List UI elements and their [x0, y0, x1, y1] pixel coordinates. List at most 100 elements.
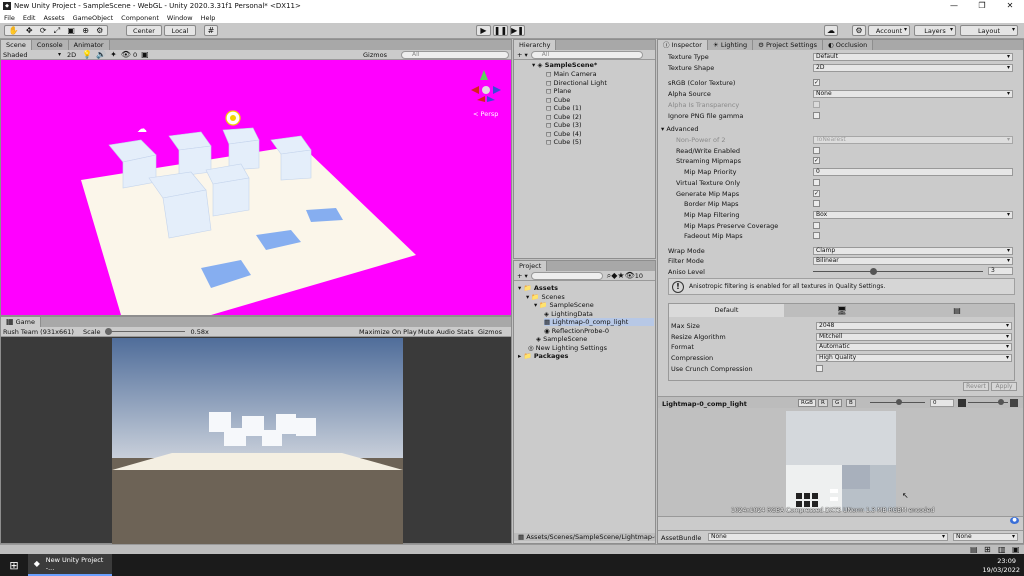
scale-tool-icon[interactable]: ⤢: [54, 26, 60, 35]
layers-dropdown[interactable]: Layers: [914, 25, 956, 36]
maximize-icon[interactable]: ❐: [968, 0, 996, 12]
compression-dropdown[interactable]: High Quality: [816, 354, 1012, 362]
shading-mode-dropdown[interactable]: Shaded: [1, 51, 63, 59]
grid-snap-button[interactable]: #: [204, 25, 218, 36]
move-tool-icon[interactable]: ✥: [26, 26, 33, 35]
menu-window[interactable]: Window: [163, 14, 197, 22]
layout-dropdown[interactable]: Layout: [960, 25, 1018, 36]
platform-tab-default[interactable]: Default: [669, 304, 784, 317]
texture-shape-dropdown[interactable]: 2D: [813, 64, 1013, 72]
hierarchy-item[interactable]: ◻ Cube (1): [546, 104, 582, 112]
cache-icon[interactable]: ▥: [998, 546, 1006, 554]
project-file[interactable]: ◎ New Lighting Settings: [528, 344, 607, 352]
directional-light-gizmo[interactable]: [225, 110, 241, 126]
scale-slider-thumb[interactable]: [104, 327, 112, 335]
mip-coverage-checkbox[interactable]: [813, 222, 820, 229]
menu-file[interactable]: File: [0, 14, 19, 22]
max-size-dropdown[interactable]: 2048: [816, 322, 1012, 330]
project-file-selected[interactable]: ▦ Lightmap-0_comp_light: [544, 318, 654, 326]
tab-project[interactable]: Project: [514, 261, 548, 271]
advanced-foldout[interactable]: ▾ Advanced: [661, 125, 698, 133]
channel-rgb-button[interactable]: RGB: [798, 399, 816, 407]
hierarchy-item[interactable]: ◻ Directional Light: [546, 79, 607, 87]
rect-tool-icon[interactable]: ▣: [67, 26, 75, 35]
assetbundle-dropdown[interactable]: None: [708, 533, 948, 541]
menu-help[interactable]: Help: [197, 14, 220, 22]
info-badge-icon[interactable]: ●: [1010, 517, 1019, 524]
progress-icon[interactable]: ▤: [970, 546, 978, 554]
tab-occlusion[interactable]: ◐ Occlusion: [822, 40, 874, 50]
menu-gameobject[interactable]: GameObject: [69, 14, 118, 22]
scene-root-item[interactable]: ▾ ◈ SampleScene*: [532, 61, 597, 69]
menu-assets[interactable]: Assets: [39, 14, 68, 22]
platform-tab-standalone[interactable]: 🖥: [784, 304, 900, 317]
2d-toggle[interactable]: 2D: [63, 51, 80, 59]
account-dropdown[interactable]: Account: [868, 25, 910, 36]
star-icon[interactable]: ★: [617, 271, 624, 280]
stats-toggle[interactable]: Stats: [457, 328, 474, 336]
alpha-toggle-icon[interactable]: [958, 399, 966, 407]
cube[interactable]: [280, 149, 312, 181]
gizmos-dropdown[interactable]: Gizmos: [478, 328, 502, 336]
tab-animator[interactable]: Animator: [68, 40, 110, 50]
gen-mip-checkbox[interactable]: ✓: [813, 190, 820, 197]
aniso-slider-thumb[interactable]: [869, 268, 877, 275]
mute-audio-toggle[interactable]: Mute Audio: [418, 328, 455, 336]
alpha-source-dropdown[interactable]: None: [813, 90, 1013, 98]
ignore-png-checkbox[interactable]: [813, 112, 820, 119]
assetbundle-variant-dropdown[interactable]: None: [953, 533, 1018, 541]
hierarchy-item[interactable]: ◻ Plane: [546, 87, 571, 95]
minimize-icon[interactable]: —: [940, 0, 968, 12]
apply-button[interactable]: Apply: [991, 382, 1017, 391]
tab-console[interactable]: Console: [31, 40, 69, 50]
pivot-local-toggle[interactable]: Local: [164, 25, 196, 36]
mip-priority-input[interactable]: 0: [813, 168, 1013, 176]
hierarchy-item[interactable]: ◻ Cube (3): [546, 121, 582, 129]
close-icon[interactable]: ✕: [996, 0, 1024, 12]
filter-mode-dropdown[interactable]: Bilinear: [813, 257, 1013, 265]
platform-tab-webgl[interactable]: ▤: [900, 304, 1014, 317]
camera-settings-icon[interactable]: ▣: [137, 50, 153, 59]
tab-lighting[interactable]: ☀ Lighting: [707, 40, 754, 50]
crunch-checkbox[interactable]: [816, 365, 823, 372]
format-dropdown[interactable]: Automatic: [816, 343, 1012, 351]
aniso-slider[interactable]: [813, 271, 983, 272]
channel-r-button[interactable]: R: [818, 399, 828, 407]
collab-button[interactable]: ☁: [824, 25, 838, 36]
project-file[interactable]: ◈ LightingData: [544, 310, 593, 318]
taskbar-unity-app[interactable]: ◆ New Unity Project -...: [28, 554, 112, 576]
play-button[interactable]: ▶: [476, 25, 491, 36]
tab-scene[interactable]: Scene: [1, 40, 32, 50]
mip-filter-dropdown[interactable]: Box: [813, 211, 1013, 219]
wrap-mode-dropdown[interactable]: Clamp: [813, 247, 1013, 255]
samplescene-folder[interactable]: ▾ 📁 SampleScene: [534, 301, 594, 309]
custom-tool-icon[interactable]: ⚙: [96, 26, 103, 35]
preview-settings-icon[interactable]: [1010, 399, 1018, 407]
audio-toggle-icon[interactable]: 🔊: [94, 50, 108, 59]
scenes-folder[interactable]: ▾ 📁 Scenes: [526, 293, 565, 301]
resolution-dropdown[interactable]: Rush Team (931x661): [1, 328, 83, 336]
tab-hierarchy[interactable]: Hierarchy: [514, 40, 557, 50]
transform-tool-icon[interactable]: ⊕: [82, 26, 89, 35]
revert-button[interactable]: Revert: [963, 382, 989, 391]
persp-label[interactable]: < Persp: [473, 110, 498, 118]
aniso-input[interactable]: 3: [988, 267, 1013, 275]
hierarchy-item[interactable]: ◻ Cube: [546, 96, 570, 104]
cube[interactable]: [212, 177, 250, 217]
game-viewport[interactable]: [112, 338, 403, 544]
network-icon[interactable]: ⊞: [984, 546, 991, 554]
project-file[interactable]: ◈ SampleScene: [536, 335, 587, 343]
scale-slider[interactable]: [104, 327, 185, 336]
tab-inspector[interactable]: ⓘ Inspector: [658, 40, 708, 50]
virtual-checkbox[interactable]: [813, 179, 820, 186]
rotate-tool-icon[interactable]: ⟳: [40, 26, 47, 35]
gizmos-dropdown[interactable]: Gizmos: [363, 51, 387, 59]
tab-project-settings[interactable]: ⚙ Project Settings: [753, 40, 823, 50]
notifications-icon[interactable]: ▣: [1012, 546, 1020, 554]
services-button[interactable]: ⚙: [852, 25, 866, 36]
cube[interactable]: [178, 145, 212, 177]
hierarchy-search-input[interactable]: All: [530, 50, 643, 59]
hierarchy-item[interactable]: ◻ Cube (2): [546, 113, 582, 121]
cube[interactable]: [162, 189, 212, 239]
create-button[interactable]: + ▾: [514, 51, 531, 59]
